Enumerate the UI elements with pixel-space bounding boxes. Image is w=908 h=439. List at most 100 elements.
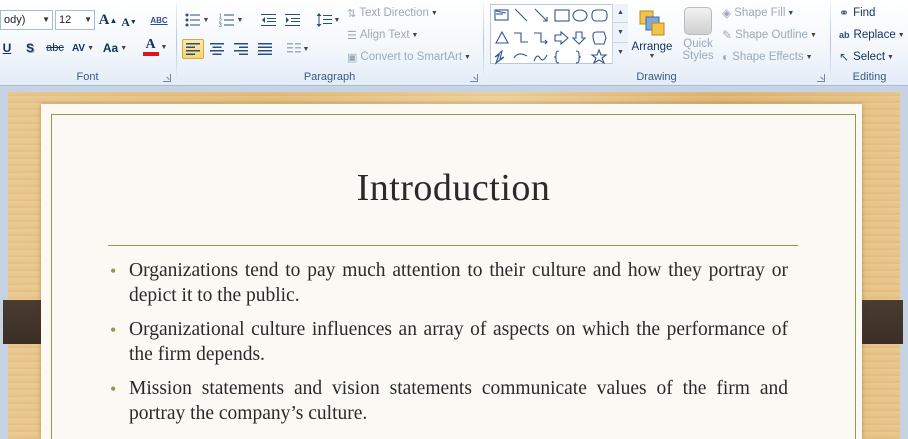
svg-text:3: 3: [219, 23, 222, 27]
align-left-icon: [186, 43, 200, 55]
cursor-icon: ↖: [839, 50, 850, 64]
align-center-icon: [210, 43, 224, 55]
convert-smartart-button[interactable]: ▣ Convert to SmartArt ▼: [347, 47, 477, 67]
columns-button[interactable]: ▼: [285, 39, 311, 59]
title-divider: [108, 245, 798, 246]
scroll-up-icon[interactable]: ▲: [613, 4, 628, 22]
bullet-text: Mission statements and vision statements…: [129, 378, 788, 424]
select-label: Select: [853, 51, 886, 63]
slide-title[interactable]: Introduction: [51, 166, 856, 210]
font-group: ody) ▼ 12 ▼ A ▲ A ▼ ABC U S abc AV ▼ Aa ▼: [0, 0, 175, 86]
find-button[interactable]: ⚭ Find: [839, 3, 899, 23]
align-text-icon: ☰: [347, 29, 357, 42]
decrease-indent-icon: [261, 14, 276, 26]
bullet-item[interactable]: • Organizations tend to pay much attentio…: [108, 259, 788, 308]
bullet-icon: •: [110, 379, 117, 399]
shapes-gallery-scroll[interactable]: ▲ ▼ ▼: [612, 4, 628, 64]
font-name-combo[interactable]: ody) ▼: [0, 10, 53, 30]
line-spacing-button[interactable]: ▼: [315, 10, 341, 30]
dialog-launcher-icon[interactable]: [163, 74, 171, 82]
scroll-down-icon[interactable]: ▼: [613, 22, 628, 42]
font-name-value: ody): [4, 14, 26, 26]
dialog-launcher-icon[interactable]: [817, 74, 825, 82]
shape-outline-button[interactable]: ✎ Shape Outline ▼: [722, 25, 826, 45]
grow-font-icon: A: [98, 11, 110, 28]
shapes-gallery[interactable]: [490, 4, 628, 65]
text-direction-label: Text Direction: [359, 7, 429, 19]
select-button[interactable]: ↖ Select ▼: [839, 47, 905, 67]
change-case-icon: Aa: [102, 41, 119, 55]
shape-effects-icon: ◐: [722, 50, 730, 64]
font-color-swatch: [142, 52, 159, 56]
clear-formatting-icon: ABC: [150, 15, 168, 25]
shape-outline-label: Shape Outline: [735, 29, 808, 41]
font-color-button[interactable]: A ▼: [140, 37, 170, 57]
columns-icon: [286, 43, 301, 53]
increase-indent-button[interactable]: [283, 10, 303, 30]
shape-effects-button[interactable]: ◐ Shape Effects ▼: [722, 47, 826, 67]
character-spacing-button[interactable]: AV ▼: [70, 38, 96, 58]
line-spacing-icon: [316, 13, 332, 27]
shape-fill-label: Shape Fill: [734, 7, 786, 19]
align-text-button[interactable]: ☰ Align Text ▼: [347, 25, 433, 45]
character-spacing-icon: AV: [71, 42, 86, 54]
slide-body[interactable]: • Organizations tend to pay much attentio…: [108, 259, 788, 436]
decrease-indent-button[interactable]: [259, 10, 279, 30]
drawing-group-label: Drawing: [636, 71, 677, 83]
editing-group-label: Editing: [852, 71, 887, 83]
text-shadow-icon: S: [25, 41, 34, 55]
align-right-icon: [234, 43, 248, 55]
convert-smartart-label: Convert to SmartArt: [360, 51, 463, 63]
replace-icon: ab: [839, 30, 850, 40]
justify-button[interactable]: [254, 39, 276, 59]
clear-formatting-button[interactable]: ABC: [148, 10, 170, 30]
text-direction-icon: ⇅: [347, 7, 357, 20]
arrange-label: Arrange: [631, 40, 673, 53]
bullet-icon: •: [110, 261, 117, 281]
bullets-icon: [185, 13, 200, 27]
shrink-font-button[interactable]: A ▼: [120, 12, 138, 32]
text-direction-button[interactable]: ⇅ Text Direction ▼: [347, 3, 443, 23]
quick-styles-label-2: Styles: [682, 49, 714, 62]
paragraph-group: ▼ 1 2 3 ▼ ▼ ⇅ Text Direction ▼ ☰ Align Text ▼…: [177, 0, 482, 86]
change-case-button[interactable]: Aa ▼: [102, 38, 128, 58]
strikethrough-icon: abc: [46, 42, 64, 54]
shrink-font-icon: A: [121, 14, 130, 29]
font-size-value: 12: [59, 14, 72, 26]
increase-indent-icon: [285, 14, 300, 26]
bullet-item[interactable]: • Organizational culture influences an ar…: [108, 318, 788, 367]
bullet-text: Organizational culture influences an arr…: [129, 319, 788, 365]
ribbon: ody) ▼ 12 ▼ A ▲ A ▼ ABC U S abc AV ▼ Aa ▼: [0, 0, 908, 86]
gallery-more-icon[interactable]: ▼: [613, 42, 628, 62]
dialog-launcher-icon[interactable]: [470, 74, 478, 82]
font-color-icon: A: [145, 37, 156, 52]
strikethrough-button[interactable]: abc: [44, 38, 66, 58]
quick-styles-label-1: Quick: [683, 37, 713, 50]
smartart-icon: ▣: [347, 51, 358, 64]
align-left-button[interactable]: [182, 39, 204, 59]
justify-icon: [258, 43, 272, 55]
quick-styles-icon: [684, 6, 712, 35]
numbering-button[interactable]: 1 2 3 ▼: [217, 10, 245, 30]
arrange-button[interactable]: Arrange ▼: [629, 4, 675, 64]
chevron-down-icon: ▼: [84, 15, 92, 24]
shape-effects-label: Shape Effects: [732, 51, 804, 63]
find-label: Find: [853, 7, 876, 19]
underline-button[interactable]: U: [0, 38, 14, 58]
align-right-button[interactable]: [230, 39, 252, 59]
editing-group: ⚭ Find ab Replace ▼ ↖ Select ▼ Editing: [831, 0, 908, 86]
quick-styles-button[interactable]: Quick Styles: [677, 4, 719, 64]
shape-fill-button[interactable]: ◈ Shape Fill ▼: [722, 3, 822, 23]
pencil-icon: ✎: [722, 28, 733, 42]
text-shadow-button[interactable]: S: [22, 38, 38, 58]
align-center-button[interactable]: [206, 39, 228, 59]
replace-button[interactable]: ab Replace ▼: [839, 25, 907, 45]
underline-icon: U: [2, 41, 12, 55]
arrange-icon: [639, 10, 665, 35]
bullet-item[interactable]: • Mission statements and vision statement…: [108, 377, 788, 426]
font-group-label: Font: [76, 71, 99, 83]
font-size-combo[interactable]: 12 ▼: [55, 10, 95, 30]
align-text-label: Align Text: [359, 29, 410, 41]
bullets-button[interactable]: ▼: [183, 10, 211, 30]
grow-font-button[interactable]: A ▲: [98, 10, 118, 30]
